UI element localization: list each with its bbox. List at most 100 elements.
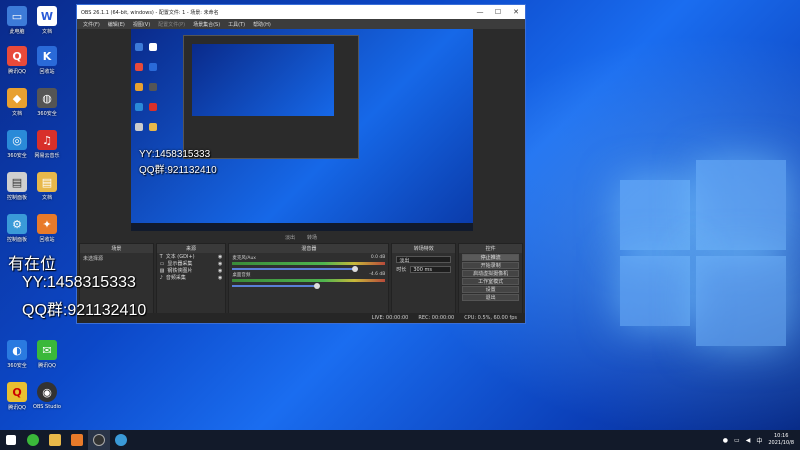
minimize-icon[interactable]: —	[471, 8, 489, 16]
wps-icon: W	[37, 6, 57, 26]
menu-bar: 文件(F) 编辑(E) 视图(V) 配置文件(P) 场景集合(S) 工具(T) …	[77, 19, 525, 29]
close-icon[interactable]: ✕	[507, 8, 525, 16]
desktop-icon[interactable]: K 回收站	[32, 46, 62, 75]
settings-button[interactable]: 设置	[462, 286, 519, 293]
desktop-icon[interactable]: ⚙ 控制面板	[2, 214, 32, 243]
volume-fader[interactable]	[232, 283, 320, 289]
volume-fader[interactable]	[232, 266, 358, 272]
nested-taskbar	[131, 223, 473, 231]
duration-input[interactable]: 300 ms	[410, 266, 452, 273]
obs-preview[interactable]: YY:1458315333 QQ群:921132410	[131, 29, 473, 231]
eye-icon[interactable]: ◉	[218, 275, 222, 281]
desktop-icon[interactable]: ◆ 文档	[2, 88, 32, 117]
transitions-title: 转场特效	[392, 244, 456, 253]
qq-icon: Q	[7, 46, 27, 66]
menu-edit[interactable]: 编辑(E)	[108, 21, 125, 28]
app-icon	[115, 434, 127, 446]
volume-icon[interactable]: ◀	[746, 437, 751, 444]
desktop-icon[interactable]: ▤ 控制面板	[2, 172, 32, 201]
taskbar-app[interactable]	[66, 430, 88, 450]
sources-title: 来源	[156, 244, 226, 253]
maximize-icon[interactable]: ☐	[489, 8, 507, 16]
eye-icon[interactable]: ◉	[218, 261, 222, 267]
desktop-icon[interactable]: ▤ 文档	[32, 172, 62, 201]
menu-file[interactable]: 文件(F)	[83, 21, 100, 28]
obs-titlebar[interactable]: OBS 26.1.1 (64-bit, windows) - 配置文件: 1 -…	[77, 5, 525, 19]
desktop-icon[interactable]: ◉ OBS Studio	[32, 382, 62, 410]
app-icon: ◍	[37, 88, 57, 108]
overlay-name-large: 有在位	[8, 256, 57, 273]
transition-toggle[interactable]: 转场	[307, 234, 317, 241]
taskbar-app[interactable]	[44, 430, 66, 450]
taskbar: ● ▭ ◀ 中 10:16 2021/10/8	[0, 430, 800, 450]
stop-streaming-button[interactable]: 停止推流	[462, 254, 519, 261]
app-icon: ✦	[37, 214, 57, 234]
virtual-camera-button[interactable]: 启动虚拟摄像机	[462, 270, 519, 277]
fade-toggle[interactable]: 淡出	[285, 234, 295, 241]
obs-window[interactable]: OBS 26.1.1 (64-bit, windows) - 配置文件: 1 -…	[76, 4, 526, 324]
source-item[interactable]: ▭ 显示器采集 ◉	[157, 260, 226, 268]
live-status: LIVE: 00:00:00	[371, 315, 409, 321]
start-recording-button[interactable]: 开始录制	[462, 262, 519, 269]
controls-title: 控件	[459, 244, 522, 253]
overlay-yy-large: YY:1458315333	[22, 274, 136, 291]
desktop-icon[interactable]: ◍ 360安全	[32, 88, 62, 117]
scenes-title: 场景	[80, 244, 153, 253]
transition-select[interactable]: 淡出	[396, 256, 452, 264]
wechat-icon: ✉	[37, 340, 57, 360]
cpu-status: CPU: 0.5%, 60.00 fps	[464, 315, 517, 321]
source-item[interactable]: T 文本 (GDI+) ◉	[157, 253, 226, 261]
menu-view[interactable]: 视图(V)	[133, 21, 150, 28]
desktop-icon[interactable]: ▭ 此电脑	[2, 6, 32, 35]
overlay-yy-small: YY:1458315333	[139, 149, 211, 160]
taskbar-app[interactable]	[22, 430, 44, 450]
desktop-icon[interactable]: ◎ 360安全	[2, 130, 32, 159]
fader-knob[interactable]	[351, 266, 358, 272]
desktop-icon[interactable]: ♫ 网易云音乐	[32, 130, 62, 159]
system-tray: ● ▭ ◀ 中 10:16 2021/10/8	[723, 433, 800, 447]
desktop-icon[interactable]: W 文档	[32, 6, 62, 35]
eye-icon[interactable]: ◉	[218, 268, 222, 274]
clock[interactable]: 10:16 2021/10/8	[768, 433, 794, 447]
folder-icon: ▤	[37, 172, 57, 192]
rec-status: REC: 00:00:00	[418, 315, 455, 321]
menu-help[interactable]: 帮助(H)	[253, 21, 271, 28]
camera-icon: ◎	[7, 130, 27, 150]
desktop-icon[interactable]: ✦ 回收站	[32, 214, 62, 243]
obs-icon	[93, 434, 105, 446]
taskbar-obs[interactable]	[88, 430, 110, 450]
menu-scene-collection[interactable]: 场景集合(S)	[193, 21, 220, 28]
network-icon[interactable]: ▭	[734, 437, 740, 444]
source-item[interactable]: ♪ 音频采集 ◉	[157, 274, 226, 282]
volume-meter	[232, 262, 386, 265]
sources-dock: 来源 T 文本 (GDI+) ◉ ▭ 显示器采集 ◉ ▨ 钢铁侠图片 ◉ ♪ 音频采集 ◉	[155, 243, 227, 315]
fader-knob[interactable]	[313, 283, 320, 289]
computer-icon: ▭	[7, 6, 27, 26]
source-item[interactable]: ▨ 钢铁侠图片 ◉	[157, 267, 226, 275]
controls-dock: 控件 停止推流 开始录制 启动虚拟摄像机 工作室模式 设置 退出	[458, 243, 523, 315]
control-panel-icon: ⚙	[7, 214, 27, 234]
desktop-icon[interactable]: Q 腾讯QQ	[2, 46, 32, 75]
mic-icon[interactable]: ●	[723, 437, 728, 444]
scene-label[interactable]: 未选择源	[80, 253, 153, 264]
studio-mode-button[interactable]: 工作室模式	[462, 278, 519, 285]
taskbar-app[interactable]	[110, 430, 132, 450]
overlay-qq-large: QQ群:921132410	[22, 302, 147, 319]
audio-source-icon: ♪	[159, 274, 163, 281]
language-indicator[interactable]: 中	[756, 436, 762, 445]
desktop-icon[interactable]: ✉ 腾讯QQ	[32, 340, 62, 369]
desktop-icon[interactable]: Q 腾讯QQ	[2, 382, 32, 411]
start-button[interactable]	[0, 430, 22, 450]
eye-icon[interactable]: ◉	[218, 254, 222, 260]
menu-tools[interactable]: 工具(T)	[228, 21, 245, 28]
app-icon	[27, 434, 39, 446]
menu-profile[interactable]: 配置文件(P)	[158, 21, 185, 28]
transitions-dock: 转场特效 淡出 时长 300 ms	[391, 243, 457, 315]
windows-logo-wallpaper	[600, 120, 800, 420]
k-app-icon: K	[37, 46, 57, 66]
desktop-icon[interactable]: ◐ 360安全	[2, 340, 32, 369]
exit-button[interactable]: 退出	[462, 294, 519, 301]
qq-penguin-icon: Q	[7, 382, 27, 402]
app-icon: ◆	[7, 88, 27, 108]
transition-bar: 淡出 转场	[77, 231, 525, 243]
